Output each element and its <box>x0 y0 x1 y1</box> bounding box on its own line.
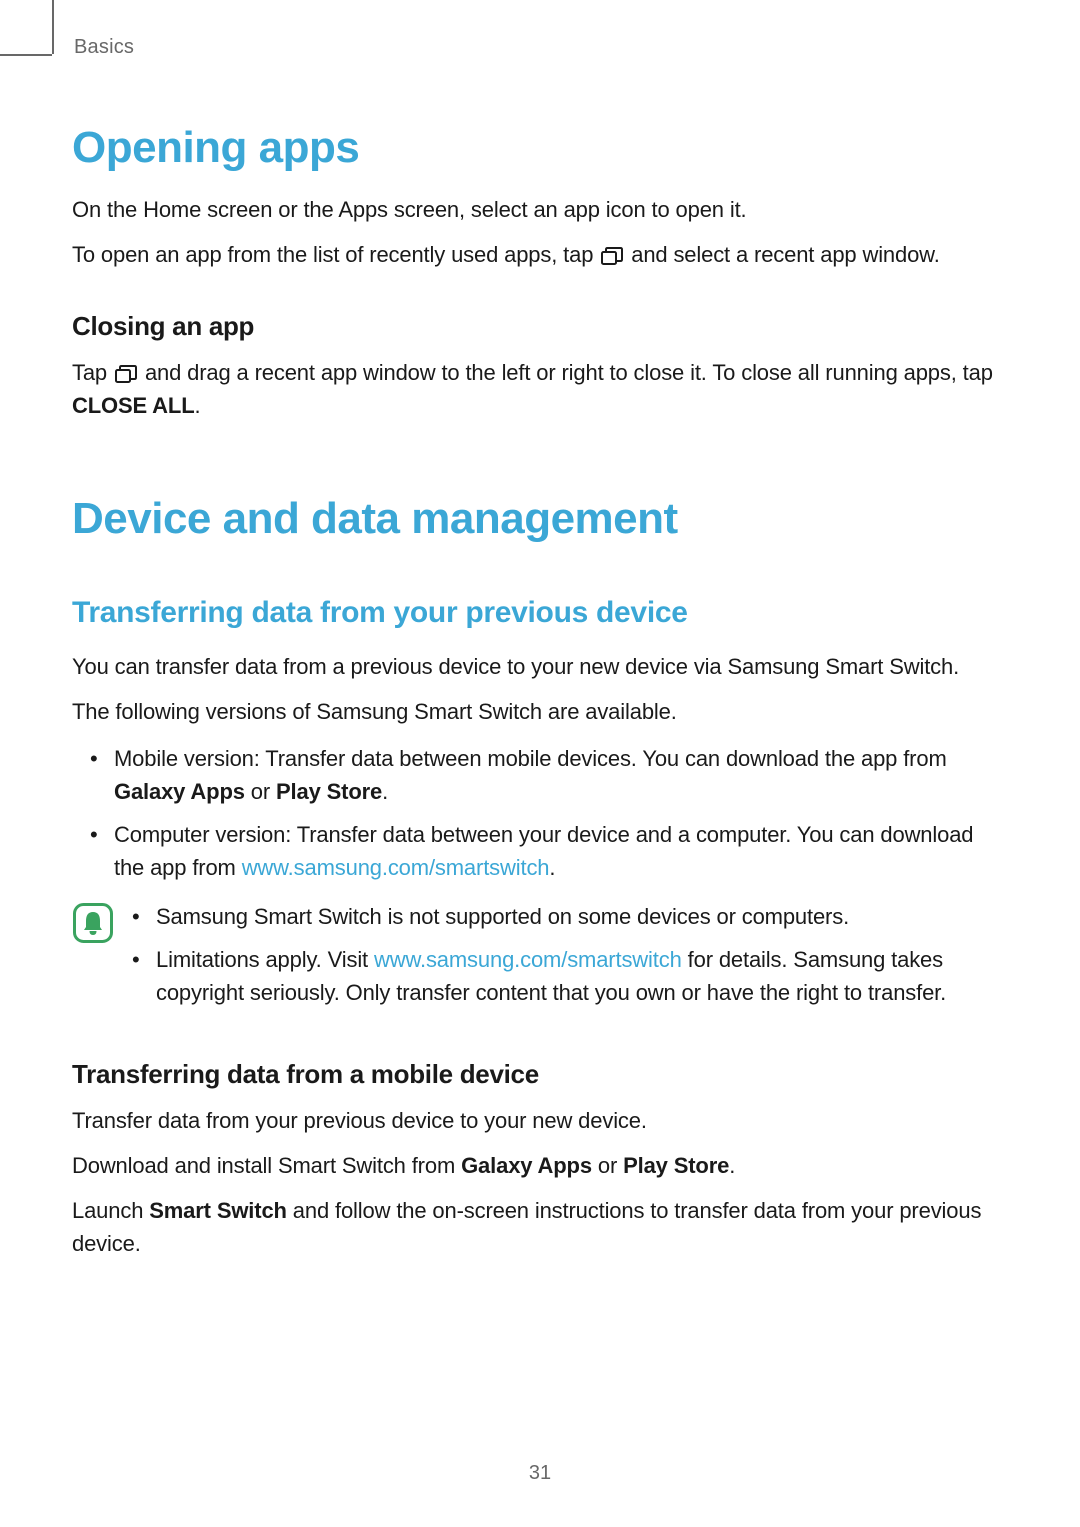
corner-decoration-h <box>0 54 52 56</box>
recent-apps-icon <box>601 247 623 265</box>
text-fragment: Mobile version: Transfer data between mo… <box>114 746 947 771</box>
text-fragment: To open an app from the list of recently… <box>72 242 599 267</box>
text-fragment: and select a recent app window. <box>625 242 939 267</box>
heading-opening-apps: Opening apps <box>72 123 1008 173</box>
breadcrumb: Basics <box>74 36 1008 59</box>
heading-device-data-management: Device and data management <box>72 494 1008 544</box>
body-text: Download and install Smart Switch from G… <box>72 1149 1008 1182</box>
list-item: Mobile version: Transfer data between mo… <box>114 742 1008 808</box>
text-fragment: . <box>382 779 388 804</box>
link-smartswitch[interactable]: www.samsung.com/smartswitch <box>242 855 550 880</box>
heading-transferring-mobile: Transferring data from a mobile device <box>72 1059 1008 1090</box>
text-bold: Smart Switch <box>149 1198 287 1223</box>
text-fragment: . <box>195 393 201 418</box>
body-text: Tap and drag a recent app window to the … <box>72 356 1008 422</box>
text-fragment: Download and install Smart Switch from <box>72 1153 461 1178</box>
corner-decoration-v <box>52 0 54 54</box>
recent-apps-icon <box>115 365 137 383</box>
text-fragment: . <box>729 1153 735 1178</box>
list-item: Samsung Smart Switch is not supported on… <box>156 900 1008 933</box>
text-bold: Play Store <box>276 779 382 804</box>
list-item: Limitations apply. Visit www.samsung.com… <box>156 943 1008 1009</box>
text-fragment: or <box>245 779 276 804</box>
body-text: Transfer data from your previous device … <box>72 1104 1008 1137</box>
body-text: The following versions of Samsung Smart … <box>72 695 1008 728</box>
text-fragment: . <box>549 855 555 880</box>
heading-closing-an-app: Closing an app <box>72 311 1008 342</box>
text-fragment: and drag a recent app window to the left… <box>139 360 993 385</box>
text-bold: Galaxy Apps <box>461 1153 592 1178</box>
list-item: Computer version: Transfer data between … <box>114 818 1008 884</box>
link-smartswitch[interactable]: www.samsung.com/smartswitch <box>374 947 682 972</box>
text-bold: Play Store <box>623 1153 729 1178</box>
body-text: To open an app from the list of recently… <box>72 238 1008 271</box>
text-fragment: Limitations apply. Visit <box>156 947 374 972</box>
text-fragment: Launch <box>72 1198 149 1223</box>
heading-transferring-previous: Transferring data from your previous dev… <box>72 596 1008 630</box>
body-text: On the Home screen or the Apps screen, s… <box>72 193 1008 226</box>
page-number: 31 <box>0 1462 1080 1485</box>
note-block: Samsung Smart Switch is not supported on… <box>72 900 1008 1019</box>
note-list: Samsung Smart Switch is not supported on… <box>128 900 1008 1019</box>
body-text: Launch Smart Switch and follow the on-sc… <box>72 1194 1008 1260</box>
text-fragment: or <box>592 1153 623 1178</box>
note-bell-icon <box>72 902 114 944</box>
text-fragment: Tap <box>72 360 113 385</box>
bullet-list: Mobile version: Transfer data between mo… <box>72 742 1008 884</box>
body-text: You can transfer data from a previous de… <box>72 650 1008 683</box>
text-bold: Galaxy Apps <box>114 779 245 804</box>
text-bold: CLOSE ALL <box>72 393 195 418</box>
